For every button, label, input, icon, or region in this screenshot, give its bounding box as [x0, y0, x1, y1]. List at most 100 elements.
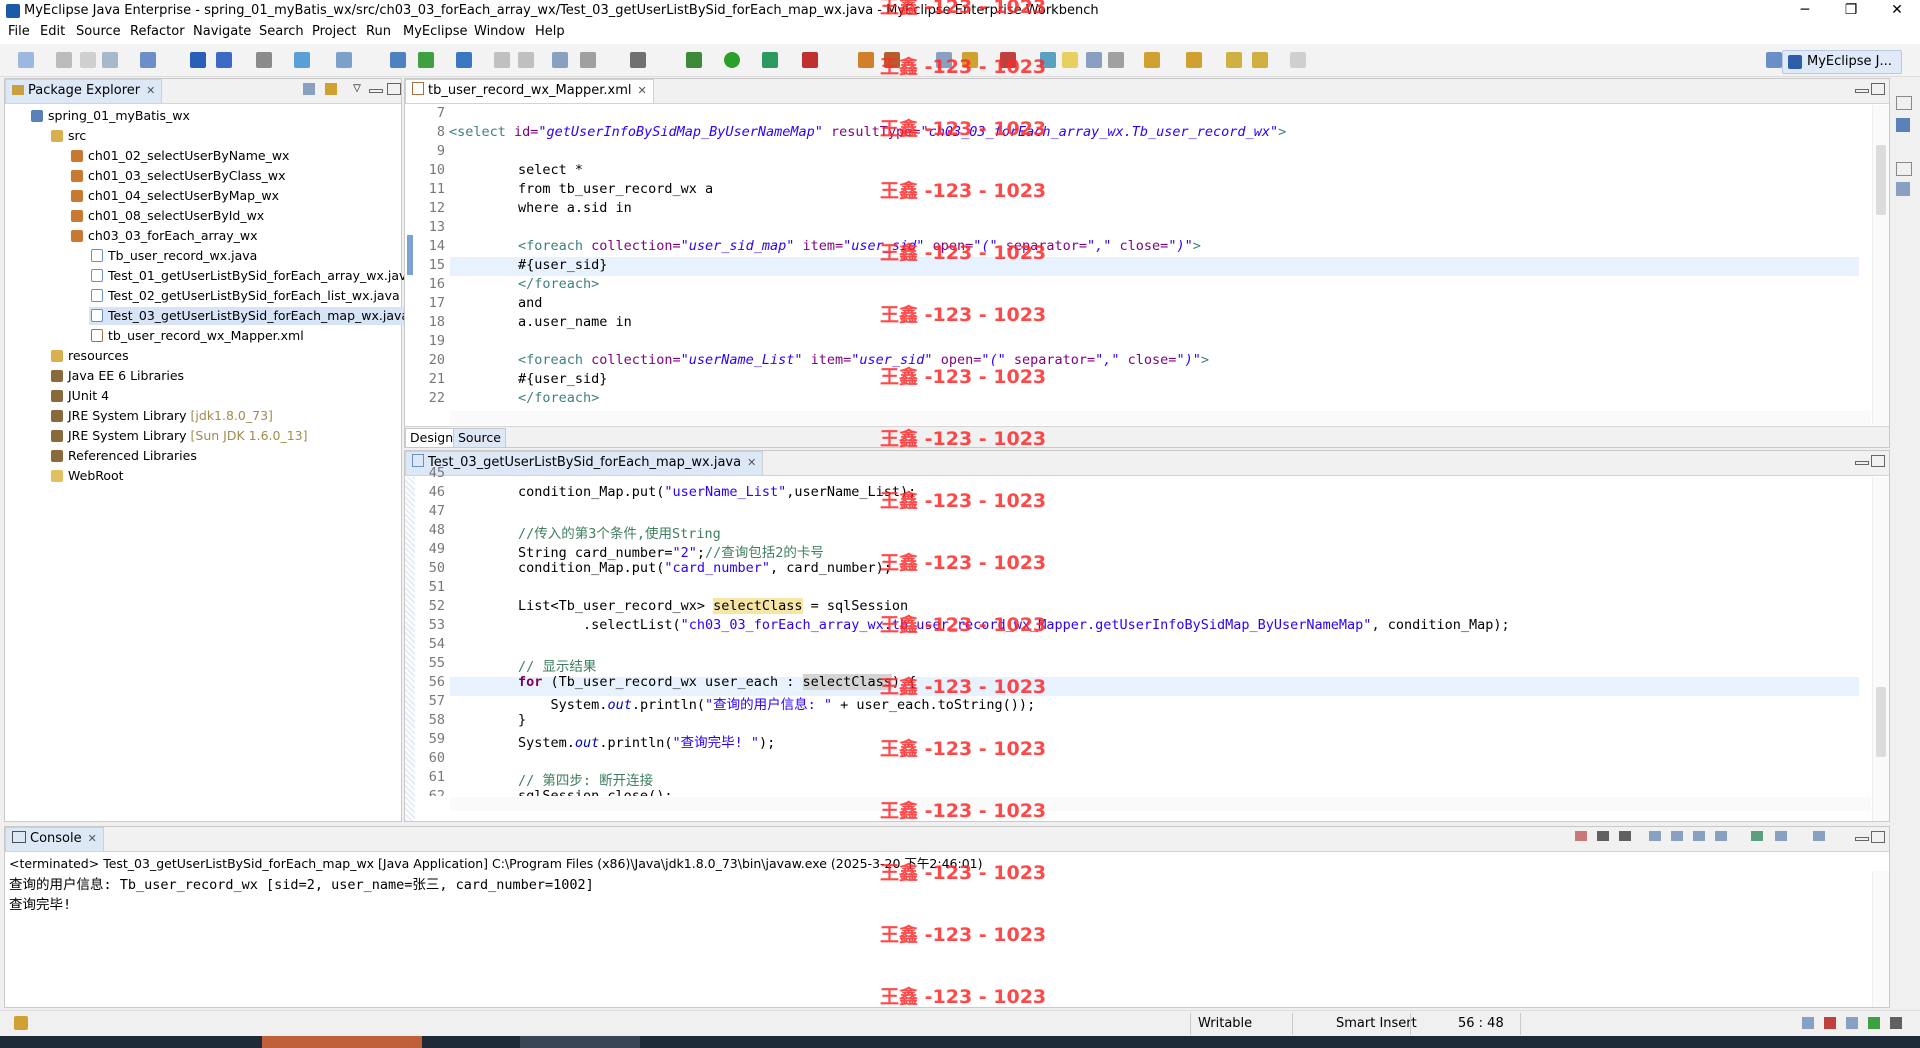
close-button[interactable]: ✕ — [1874, 0, 1920, 22]
maximize-view-icon[interactable] — [1871, 83, 1885, 95]
scroll-lock-icon[interactable] — [1671, 831, 1683, 841]
tree-item-webroot[interactable]: WebRoot — [51, 467, 124, 485]
tree-item-java-file-selected[interactable]: Test_03_getUserListBySid_forEach_map_wx.… — [89, 307, 412, 325]
menu-refactor[interactable]: Refactor — [130, 24, 185, 39]
forward-icon[interactable] — [1290, 52, 1306, 68]
server-icon[interactable] — [216, 52, 232, 68]
outline-icon[interactable] — [1896, 118, 1910, 132]
display-console-icon[interactable] — [1775, 831, 1787, 841]
marker-icon[interactable] — [336, 52, 352, 68]
tab-xml-mapper[interactable]: tb_user_record_wx_Mapper.xml ✕ — [405, 79, 654, 103]
taskbar-app[interactable] — [520, 1036, 640, 1048]
maximize-view-icon[interactable] — [1871, 455, 1885, 467]
debug-icon[interactable] — [686, 52, 702, 68]
view-menu-icon[interactable]: ▽ — [351, 83, 363, 95]
prev-annotation-icon[interactable] — [1186, 52, 1202, 68]
refresh-icon[interactable] — [580, 52, 596, 68]
tree-item-src[interactable]: src — [51, 127, 86, 145]
run-icon[interactable] — [724, 52, 740, 68]
back-icon[interactable] — [1252, 52, 1268, 68]
tree-item-library[interactable]: JRE System Library [jdk1.8.0_73] — [51, 407, 273, 425]
tree-item-package[interactable]: ch01_08_selectUserById_wx — [71, 207, 264, 225]
run-coverage-icon[interactable] — [762, 52, 778, 68]
menu-run[interactable]: Run — [366, 24, 391, 39]
open-console-icon[interactable] — [1813, 831, 1825, 841]
show-on-output-icon[interactable] — [1693, 831, 1705, 841]
remove-launch-icon[interactable] — [1597, 831, 1609, 841]
console-vertical-scrollbar[interactable] — [1872, 871, 1889, 1007]
menu-navigate[interactable]: Navigate — [193, 24, 251, 39]
open-task-icon[interactable] — [390, 52, 406, 68]
menu-source[interactable]: Source — [76, 24, 121, 39]
highlight-icon[interactable] — [1062, 52, 1078, 68]
tree-item-package[interactable]: ch03_03_forEach_array_wx — [71, 227, 258, 245]
minimize-view-icon[interactable] — [1855, 89, 1869, 93]
restore-icon[interactable] — [1896, 96, 1912, 110]
tab-source[interactable]: Source — [453, 428, 506, 448]
open-perspective-button-icon[interactable] — [1766, 52, 1782, 68]
status-icon[interactable] — [1890, 1017, 1902, 1029]
menu-search[interactable]: Search — [259, 24, 304, 39]
tree-item-package[interactable]: ch01_04_selectUserByMap_wx — [71, 187, 279, 205]
pin-console-icon[interactable] — [1751, 831, 1763, 841]
maximize-view-icon[interactable] — [387, 83, 401, 95]
menu-file[interactable]: File — [8, 24, 30, 39]
block-selection-icon[interactable] — [1086, 52, 1102, 68]
menu-help[interactable]: Help — [535, 24, 565, 39]
launch-icon[interactable] — [418, 52, 434, 68]
maximize-view-icon[interactable] — [1871, 831, 1885, 843]
minimize-view-icon[interactable] — [1855, 837, 1869, 841]
perspective-switcher[interactable]: MyEclipse J... — [1782, 50, 1902, 74]
next-annotation-icon[interactable] — [1144, 52, 1160, 68]
tree-item-project[interactable]: spring_01_myBatis_wx — [31, 107, 190, 125]
tab-package-explorer[interactable]: Package Explorer ✕ — [5, 79, 163, 103]
task-list-icon[interactable] — [1896, 182, 1910, 196]
menu-myeclipse[interactable]: MyEclipse — [403, 24, 468, 39]
menu-window[interactable]: Window — [474, 24, 525, 39]
java-horizontal-scrollbar[interactable] — [450, 797, 1871, 811]
save-icon[interactable] — [56, 52, 72, 68]
link-with-editor-icon[interactable] — [325, 83, 337, 95]
package-icon[interactable] — [858, 52, 874, 68]
globe-icon[interactable] — [456, 52, 472, 68]
java-code-area[interactable]: 45 46 47 48 49 50 51 52 53 54 55 56 57 5… — [405, 465, 1889, 821]
scroll-thumb[interactable] — [1876, 145, 1886, 215]
deploy-icon[interactable] — [190, 52, 206, 68]
tree-item-library[interactable]: JRE System Library [Sun JDK 1.6.0_13] — [51, 427, 307, 445]
minimize-button[interactable]: ─ — [1782, 0, 1828, 22]
tree-item-library[interactable]: Java EE 6 Libraries — [51, 367, 184, 385]
tree-item-java-file[interactable]: Test_02_getUserListBySid_forEach_list_wx… — [91, 287, 400, 305]
close-icon[interactable]: ✕ — [88, 832, 97, 845]
new-wizard-icon[interactable] — [140, 52, 156, 68]
external-tools-icon[interactable] — [802, 52, 818, 68]
tree-item-package[interactable]: ch01_03_selectUserByClass_wx — [71, 167, 285, 185]
close-icon[interactable]: ✕ — [638, 84, 647, 97]
close-icon[interactable]: ✕ — [146, 84, 155, 97]
tab-console[interactable]: Console ✕ — [5, 827, 104, 851]
xml-vertical-scrollbar[interactable] — [1872, 105, 1889, 425]
save-all-icon[interactable] — [80, 52, 96, 68]
tree-item-java-file[interactable]: Tb_user_record_wx.java — [91, 247, 257, 265]
tab-java-test03[interactable]: Test_03_getUserListBySid_forEach_map_wx.… — [405, 451, 764, 475]
show-whitespace-icon[interactable] — [1108, 52, 1124, 68]
terminate-icon[interactable] — [1575, 831, 1587, 841]
minimize-view-icon[interactable] — [1855, 461, 1869, 465]
status-icon[interactable] — [1824, 1017, 1836, 1029]
cut-icon[interactable] — [494, 52, 510, 68]
scroll-thumb[interactable] — [1876, 687, 1886, 757]
clear-console-icon[interactable] — [1649, 831, 1661, 841]
xml-code-area[interactable]: 7 8 9 10 11 12 13 14 15 16 17 18 19 20 2… — [405, 105, 1889, 425]
tree-item-xml-file[interactable]: tb_user_record_wx_Mapper.xml — [91, 327, 304, 345]
collapse-all-icon[interactable] — [303, 83, 315, 95]
tab-design[interactable]: Design — [405, 428, 459, 448]
xml-horizontal-scrollbar[interactable] — [450, 411, 1871, 425]
java-vertical-scrollbar[interactable] — [1872, 477, 1889, 821]
paste-icon[interactable] — [518, 52, 534, 68]
tree-item-package[interactable]: ch01_02_selectUserByName_wx — [71, 147, 289, 165]
tree-item-java-file[interactable]: Test_01_getUserListBySid_forEach_array_w… — [91, 267, 414, 285]
taskbar-app-highlight[interactable] — [262, 1036, 422, 1048]
show-on-error-icon[interactable] — [1715, 831, 1727, 841]
remove-all-icon[interactable] — [1619, 831, 1631, 841]
open-type-icon[interactable] — [256, 52, 272, 68]
status-icon[interactable] — [1846, 1017, 1858, 1029]
